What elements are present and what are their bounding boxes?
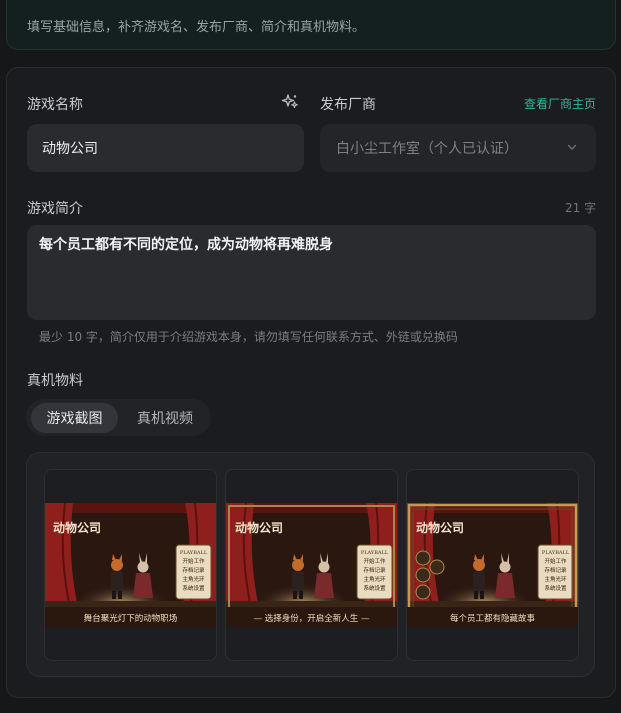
menu-sign-item: 系统设置 — [544, 584, 567, 592]
tab-screenshots[interactable]: 游戏截图 — [31, 403, 118, 433]
menu-sign-item: 开始工作 — [544, 557, 567, 565]
menu-sign-item: 主角光环 — [544, 575, 567, 583]
screenshot-caption: 舞台聚光灯下的动物职场 — [84, 613, 178, 624]
intro-char-count: 21 字 — [565, 201, 597, 215]
screenshot-caption: — 选择身份，开启全新人生 — — [254, 613, 370, 624]
game-screenshot-image: PLAYBALL 开始工作存档记录主角光环系统设置 动物公司 舞台聚光灯下的动物… — [45, 503, 216, 627]
menu-sign-title: PLAYBALL — [180, 550, 208, 556]
screenshot-thumbnail[interactable]: PLAYBALL 开始工作 存档记录 主角光环 系统设置 动物公司 舞台聚光灯下的动物… — [44, 469, 217, 661]
publisher-select[interactable]: 白小尘工作室（个人已认证） — [320, 124, 596, 172]
menu-sign-item: 开始工作 — [182, 557, 205, 565]
menu-sign-item: 存档记录 — [363, 566, 386, 574]
chevron-down-icon — [566, 141, 578, 157]
game-screenshot-image: PLAYBALL 开始工作存档记录主角光环系统设置 动物公司 — 选择身份，开启… — [226, 503, 397, 627]
menu-sign-item: 主角光环 — [363, 575, 386, 583]
menu-sign-title: PLAYBALL — [542, 550, 570, 556]
menu-sign-title: PLAYBALL — [361, 550, 389, 556]
ai-sparkle-icon[interactable] — [281, 93, 299, 111]
info-banner: 填写基础信息，补齐游戏名、发布厂商、简介和真机物料。 — [6, 0, 616, 50]
menu-sign-item: 存档记录 — [182, 566, 205, 574]
menu-sign: PLAYBALL 开始工作存档记录主角光环系统设置 — [537, 544, 574, 600]
game-title-text: 动物公司 — [416, 520, 464, 535]
publisher-label: 发布厂商 — [320, 97, 376, 113]
intro-textarea[interactable]: 每个员工都有不同的定位，成为动物将再难脱身 — [27, 225, 596, 320]
screenshot-caption: 每个员工都有隐藏故事 — [450, 613, 536, 624]
intro-value: 每个员工都有不同的定位，成为动物将再难脱身 — [39, 237, 333, 253]
screenshot-thumbnail[interactable]: PLAYBALL 开始工作 存档记录 主角光环 系统设置 动物公司 每个员工都有隐藏故… — [406, 469, 579, 661]
menu-sign-item: 存档记录 — [544, 566, 567, 574]
menu-sign: PLAYBALL 开始工作存档记录主角光环系统设置 — [175, 544, 212, 600]
game-title-text: 动物公司 — [235, 520, 283, 535]
tab-device-video[interactable]: 真机视频 — [122, 403, 208, 433]
game-name-input[interactable]: 动物公司 — [27, 124, 304, 172]
publisher-home-link[interactable]: 查看厂商主页 — [524, 95, 596, 112]
intro-hint: 最少 10 字，简介仅用于介绍游戏本身，请勿填写任何联系方式、外链或兑换码 — [39, 330, 458, 344]
screenshot-thumbnail[interactable]: PLAYBALL 开始工作 存档记录 主角光环 系统设置 动物公司 — 选择身份，开启… — [225, 469, 398, 661]
game-name-value: 动物公司 — [42, 141, 98, 157]
menu-sign-item: 主角光环 — [182, 575, 205, 583]
game-screenshot-image: PLAYBALL 开始工作存档记录主角光环系统设置 动物公司 每个员工都有隐藏故… — [407, 503, 578, 627]
publisher-value: 白小尘工作室（个人已认证） — [336, 141, 518, 157]
game-name-label: 游戏名称 — [27, 97, 83, 113]
menu-sign-item: 系统设置 — [363, 584, 386, 592]
menu-sign-item: 开始工作 — [363, 557, 386, 565]
menu-sign-item: 系统设置 — [182, 584, 205, 592]
menu-sign: PLAYBALL 开始工作存档记录主角光环系统设置 — [356, 544, 393, 600]
assets-tab-bar: 游戏截图 真机视频 — [26, 399, 211, 436]
intro-label: 游戏简介 — [27, 201, 83, 217]
assets-label: 真机物料 — [27, 373, 83, 389]
game-title-text: 动物公司 — [53, 520, 101, 535]
banner-description: 填写基础信息，补齐游戏名、发布厂商、简介和真机物料。 — [27, 20, 366, 35]
